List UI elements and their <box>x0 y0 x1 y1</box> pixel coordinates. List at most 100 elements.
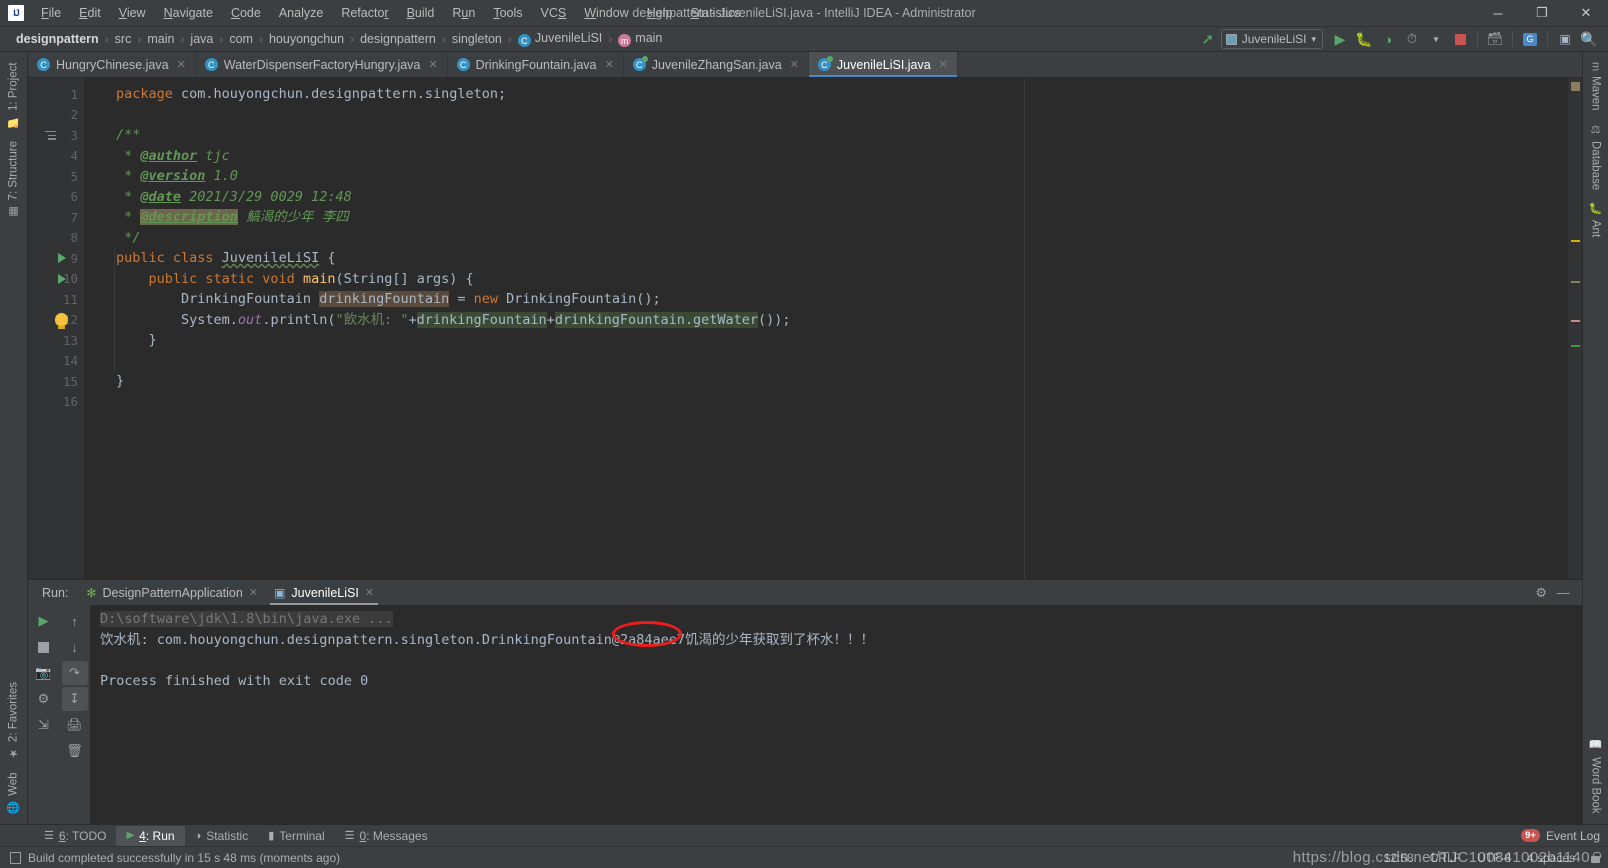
editor-gutter[interactable]: 1 2 3 − 4 5 6 7 8 <box>28 78 98 579</box>
editor-tab-hungrychinese[interactable]: C HungryChinese.java ✕ <box>28 52 196 77</box>
code-editor[interactable]: 1 2 3 − 4 5 6 7 8 <box>28 78 1582 579</box>
editor-tab-drinkingfountain[interactable]: C DrinkingFountain.java ✕ <box>448 52 624 77</box>
project-structure-icon[interactable]: 🗃 <box>1484 29 1506 50</box>
ok-marker[interactable] <box>1571 345 1580 347</box>
sidebar-item-word-book[interactable]: 📖 Word Book <box>1587 733 1604 820</box>
editor-tab-waterdispenserfactoryhungry[interactable]: C WaterDispenserFactoryHungry.java ✕ <box>196 52 448 77</box>
menu-tools[interactable]: Tools <box>484 2 531 24</box>
info-marker[interactable] <box>1571 281 1580 283</box>
screen-icon[interactable]: ▣ <box>1554 29 1576 50</box>
soft-wrap-icon[interactable]: ↷ <box>61 661 88 685</box>
scroll-up-icon[interactable]: ↑ <box>62 609 88 633</box>
run-with-coverage-icon[interactable]: ◑ <box>1377 29 1399 50</box>
export-icon[interactable]: ⇲ <box>31 713 57 737</box>
warning-marker[interactable] <box>1571 240 1580 242</box>
menu-build[interactable]: Build <box>398 2 444 24</box>
scroll-to-end-icon[interactable]: ↧ <box>61 687 88 711</box>
menu-navigate[interactable]: Navigate <box>155 2 222 24</box>
menu-statistics[interactable]: Statistics <box>681 2 749 24</box>
rerun-icon[interactable]: ▶ <box>31 609 57 633</box>
breadcrumb-item-singleton[interactable]: singleton <box>450 31 504 47</box>
bottom-tab-messages[interactable]: ☰ 0: Messages <box>335 826 438 846</box>
trash-icon[interactable]: 🗑 <box>62 739 88 763</box>
print-icon[interactable]: 🖨 <box>62 713 88 737</box>
gutter-mark[interactable] <box>32 248 78 269</box>
close-icon[interactable]: ✕ <box>177 58 186 71</box>
run-tab-designpatternapplication[interactable]: ✻ DesignPatternApplication ✕ <box>78 580 266 605</box>
sidebar-item-web[interactable]: 🌐 Web <box>5 766 22 820</box>
code-text-area[interactable]: package com.houyongchun.designpattern.si… <box>84 78 1568 579</box>
debug-icon[interactable]: 🐛 <box>1353 29 1375 50</box>
status-encoding[interactable]: UTF-8 <box>1477 851 1511 865</box>
breadcrumb-item-project[interactable]: designpattern <box>14 31 101 47</box>
profile-icon[interactable]: ⏱ <box>1401 29 1423 50</box>
bottom-tab-run[interactable]: ▶ 4: Run <box>116 825 185 846</box>
translate-icon[interactable]: G <box>1519 29 1541 50</box>
menu-window[interactable]: Window <box>575 2 637 24</box>
menu-code[interactable]: Code <box>222 2 270 24</box>
status-indent[interactable]: 4 spaces <box>1527 851 1575 865</box>
menu-help[interactable]: Help <box>638 2 682 24</box>
close-icon[interactable]: ✕ <box>249 586 258 599</box>
breadcrumb-item-com[interactable]: com <box>227 31 255 47</box>
stop-icon[interactable] <box>31 635 57 659</box>
editor-tab-juvenilelisi[interactable]: C JuvenileLiSI.java ✕ <box>808 52 958 77</box>
breadcrumb-item-class[interactable]: C JuvenileLiSI <box>516 30 604 49</box>
console-output[interactable]: D:\software\jdk\1.8\bin\java.exe ... 饮水机… <box>90 605 1582 824</box>
menu-analyze[interactable]: Analyze <box>270 2 332 24</box>
gutter-mark[interactable] <box>32 310 78 331</box>
minimize-button[interactable]: ─ <box>1476 0 1520 26</box>
run-tab-juvenilelisi[interactable]: ▣ JuvenileLiSI ✕ <box>266 580 382 605</box>
bottom-tab-todo[interactable]: ☰ 6: TODO <box>34 826 116 846</box>
stop-icon[interactable] <box>1449 29 1471 50</box>
menu-refactor[interactable]: Refactor <box>332 2 397 24</box>
close-icon[interactable]: ✕ <box>428 58 437 71</box>
breadcrumb-item-method[interactable]: m main <box>616 30 664 49</box>
sidebar-item-database[interactable]: ⚖ Database <box>1587 117 1604 196</box>
gutter-mark[interactable] <box>32 269 78 290</box>
sidebar-item-structure[interactable]: ▦ 7: Structure <box>5 135 22 224</box>
menu-run[interactable]: Run <box>443 2 484 24</box>
breadcrumb-item-java[interactable]: java <box>188 31 215 47</box>
menu-file[interactable]: File <box>32 2 70 24</box>
lock-icon[interactable] <box>1591 852 1601 863</box>
breadcrumb-item-houyongchun[interactable]: houyongchun <box>267 31 346 47</box>
sidebar-item-maven[interactable]: m Maven <box>1588 56 1604 117</box>
menu-view[interactable]: View <box>110 2 155 24</box>
breadcrumb-item-src[interactable]: src <box>113 31 134 47</box>
close-icon[interactable]: ✕ <box>939 58 948 71</box>
build-hammer-icon[interactable]: ➚ <box>1197 29 1219 50</box>
sidebar-item-ant[interactable]: 🐛 Ant <box>1587 196 1604 244</box>
close-icon[interactable]: ✕ <box>605 58 614 71</box>
change-marker[interactable] <box>1571 320 1580 322</box>
bottom-tab-statistic[interactable]: ◑ Statistic <box>185 826 259 846</box>
close-icon[interactable]: ✕ <box>365 586 374 599</box>
run-method-icon[interactable] <box>58 273 66 284</box>
intention-bulb-icon[interactable] <box>55 313 68 330</box>
search-icon[interactable]: 🔍 <box>1578 29 1600 50</box>
breadcrumb-item-designpattern[interactable]: designpattern <box>358 31 438 47</box>
menu-edit[interactable]: Edit <box>70 2 110 24</box>
bottom-tab-terminal[interactable]: ▮ Terminal <box>258 826 334 846</box>
breadcrumb-item-main[interactable]: main <box>145 31 176 47</box>
close-button[interactable]: ✕ <box>1564 0 1608 26</box>
maximize-button[interactable]: ❐ <box>1520 0 1564 26</box>
run-icon[interactable]: ▶ <box>1329 29 1351 50</box>
run-configuration-selector[interactable]: JuvenileLiSI ▾ <box>1220 29 1323 49</box>
close-icon[interactable]: ✕ <box>790 58 799 71</box>
sidebar-item-favorites[interactable]: ★ 2: Favorites <box>5 676 22 766</box>
event-log-area[interactable]: 9+ Event Log <box>1521 829 1608 843</box>
editor-tab-juvenilezhangsan[interactable]: C JuvenileZhangSan.java ✕ <box>624 52 809 77</box>
gear-icon[interactable]: ⚙ <box>1535 585 1547 601</box>
minimize-icon[interactable]: — <box>1557 585 1570 600</box>
scroll-down-icon[interactable]: ↓ <box>62 635 88 659</box>
camera-icon[interactable]: 📷 <box>31 661 57 685</box>
run-class-icon[interactable] <box>58 253 66 264</box>
inspection-status-icon[interactable] <box>1571 82 1580 91</box>
menu-vcs[interactable]: VCS <box>532 2 576 24</box>
thread-dump-icon[interactable]: ⚙ <box>31 687 57 711</box>
chevron-down-icon[interactable]: ▼ <box>1425 29 1447 50</box>
sidebar-item-project[interactable]: 📁 1: Project <box>5 56 22 135</box>
editor-error-stripe[interactable] <box>1568 78 1582 579</box>
status-line-separator[interactable]: CRLF <box>1430 851 1461 865</box>
